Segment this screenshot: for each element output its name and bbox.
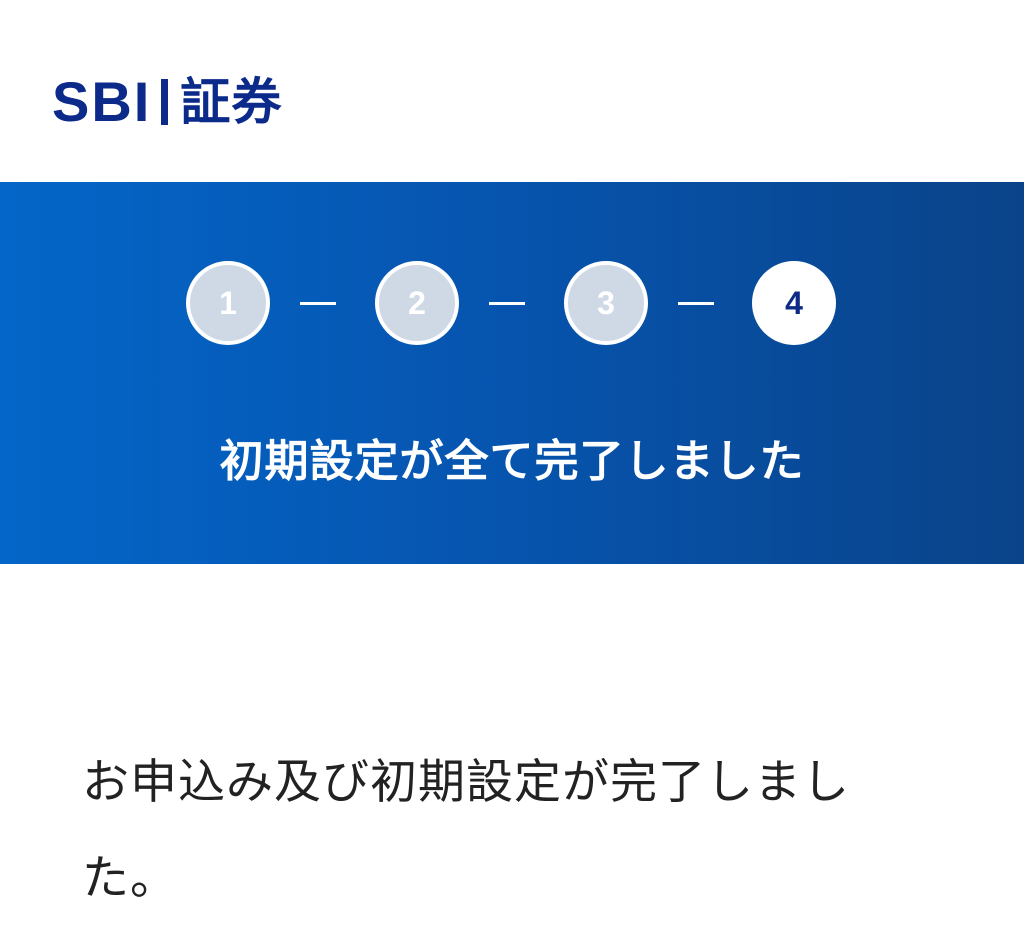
header: SBI 証券 <box>0 0 1024 182</box>
step-2-circle: 2 <box>375 261 459 345</box>
step-connector <box>489 302 525 305</box>
banner-title: 初期設定が全て完了しました <box>219 436 805 487</box>
step-connector <box>678 302 714 305</box>
logo-kanji-text: 証券 <box>180 73 283 131</box>
step-indicator: 1 2 3 4 <box>0 261 1024 351</box>
sbi-logo[interactable]: SBI 証券 <box>52 70 282 134</box>
completion-message: お申込み及び初期設定が完了しました。 <box>82 755 850 906</box>
logo-latin-text: SBI <box>52 70 152 133</box>
step-4-circle-current: 4 <box>752 261 836 345</box>
step-1-number: 1 <box>219 284 237 321</box>
step-3-number: 3 <box>597 284 615 321</box>
step-connector <box>300 302 336 305</box>
step-3-circle: 3 <box>564 261 648 345</box>
page: SBI 証券 1 2 3 4 初期設定が全て完了しました お申込み及び初期設定が… <box>0 0 1024 939</box>
step-4-number: 4 <box>785 284 803 321</box>
step-2-number: 2 <box>408 284 426 321</box>
step-1-circle: 1 <box>186 261 270 345</box>
logo-divider <box>161 79 169 125</box>
completion-banner: 1 2 3 4 初期設定が全て完了しました <box>0 182 1024 564</box>
